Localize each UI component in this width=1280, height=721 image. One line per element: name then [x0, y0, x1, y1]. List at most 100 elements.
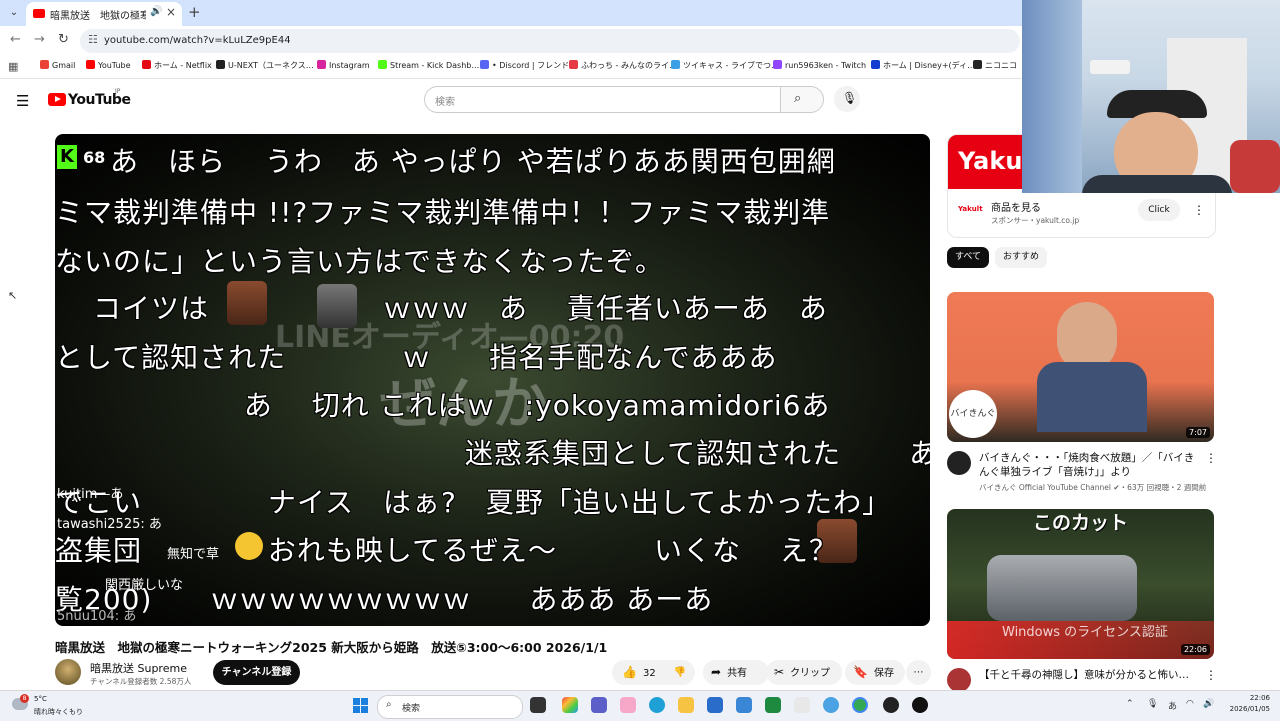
- bookmark-discord[interactable]: • Discord | フレンド: [480, 60, 569, 71]
- file-explorer-icon[interactable]: [678, 697, 694, 713]
- chevron-up-icon[interactable]: ⌃: [1126, 699, 1134, 709]
- danmaku-line: あ ほら うわ あ やっぱり や若ぱりああ関西包囲網: [110, 145, 836, 178]
- taskbar-search[interactable]: ⌕ 検索: [377, 695, 523, 719]
- twitcasting-icon: [671, 60, 680, 69]
- clip-button[interactable]: ✂ クリップ: [766, 660, 842, 685]
- video-thumbnail[interactable]: このカット Windows のライセンス認証 22:06: [947, 509, 1214, 659]
- danmaku-line: でこい ナイス はぁ? 夏野「追い出してよかったわ」: [55, 486, 892, 519]
- mouse-cursor-icon: ↖: [8, 289, 18, 302]
- microphone-icon[interactable]: 🎙: [1147, 699, 1158, 709]
- clock-time: 22:06: [1249, 694, 1270, 702]
- ad-sponsor: スポンサー・yakult.co.jp: [991, 216, 1080, 225]
- back-arrow-icon[interactable]: ←: [10, 32, 21, 47]
- kick-icon: [378, 60, 387, 69]
- ad-click-button[interactable]: Click: [1138, 199, 1180, 221]
- edge-icon[interactable]: [649, 697, 665, 713]
- video-title: 暗黒放送 地獄の極寒ニートウォーキング2025 新大阪から姫路 放送⑤3:00〜…: [55, 640, 608, 655]
- save-button[interactable]: 🔖 保存: [845, 660, 905, 685]
- channel-name[interactable]: バイきんぐ Official YouTube Channel: [979, 483, 1111, 492]
- danmaku-line: コイツは ｗｗｗ あ 責任者いあーあ あ: [93, 292, 828, 325]
- bookmark-fuwacchi[interactable]: ふわっち - みんなのライ…: [569, 60, 677, 71]
- weather-condition: 晴れ時々くもり: [34, 708, 83, 716]
- windows-start-icon[interactable]: [353, 698, 369, 714]
- chip-recommended[interactable]: おすすめ: [995, 247, 1047, 268]
- store-icon[interactable]: [707, 697, 723, 713]
- site-info-icon[interactable]: ☷: [88, 33, 98, 46]
- more-vertical-icon[interactable]: ⋮: [1205, 451, 1217, 465]
- bookmark-kick[interactable]: Stream - Kick Dashb…: [378, 60, 479, 70]
- new-tab-icon[interactable]: +: [188, 3, 201, 21]
- fuwacchi-icon: [569, 60, 578, 69]
- video-title[interactable]: 【千と千尋の神隠し】意味が分かると怖い…: [979, 668, 1199, 682]
- outlook-icon[interactable]: [736, 697, 752, 713]
- forward-arrow-icon[interactable]: →: [34, 32, 45, 47]
- bookmark-twitcasting[interactable]: ツイキャス - ライブでつ…: [671, 60, 779, 71]
- search-input[interactable]: 検索: [424, 86, 781, 113]
- bookmark-twitch[interactable]: run5963ken - Twitch: [773, 60, 866, 70]
- channel-avatar[interactable]: [947, 451, 971, 475]
- app-icon[interactable]: [823, 697, 839, 713]
- video-title[interactable]: バイきんぐ・・・「焼肉食べ放題」／「バイきんぐ単独ライブ「音焼け」」より: [979, 451, 1199, 479]
- weather-widget[interactable]: 8 5°C 晴れ時々くもり: [12, 694, 83, 718]
- bookmark-netflix[interactable]: ホーム - Netflix: [142, 60, 212, 71]
- tab-search-menu-icon[interactable]: ⌄: [6, 5, 22, 21]
- ime-indicator[interactable]: あ: [1168, 699, 1177, 712]
- disney-icon: [871, 60, 880, 69]
- danmaku-line: 迷惑系集団として認知された あ: [320, 437, 930, 470]
- taskbar-search-placeholder: 検索: [402, 704, 421, 714]
- channel-badge: バイきんぐ: [949, 390, 997, 438]
- wifi-icon[interactable]: ◠: [1186, 699, 1194, 709]
- video-thumbnail[interactable]: バイきんぐ 7:07: [947, 292, 1214, 442]
- speaker-icon[interactable]: 🔊: [150, 6, 162, 17]
- reload-icon[interactable]: ↻: [58, 32, 69, 47]
- bookmark-youtube[interactable]: YouTube: [86, 60, 131, 70]
- bookmark-instagram[interactable]: Instagram: [317, 60, 370, 70]
- ad-title[interactable]: 商品を見る: [991, 199, 1041, 214]
- voice-search-button[interactable]: 🎙: [834, 86, 860, 112]
- instagram-icon: [317, 60, 326, 69]
- more-vertical-icon[interactable]: ⋮: [1193, 203, 1205, 217]
- bookmark-disney[interactable]: ホーム | Disney+(ディ…: [871, 60, 975, 71]
- search-button[interactable]: ⌕: [780, 86, 824, 113]
- volume-icon[interactable]: 🔊: [1203, 699, 1214, 709]
- settings-gear-icon[interactable]: [794, 697, 810, 713]
- verified-icon: ✔: [1110, 483, 1120, 492]
- media-app-icon[interactable]: [912, 697, 928, 713]
- webcam-air-conditioner: [1090, 60, 1130, 74]
- character-app-icon[interactable]: [620, 697, 636, 713]
- apps-grid-icon[interactable]: ▦: [8, 60, 18, 73]
- obs-icon[interactable]: [883, 697, 899, 713]
- thumbs-up-icon: 👍: [622, 665, 637, 679]
- teams-icon[interactable]: [591, 697, 607, 713]
- bookmark-gmail[interactable]: Gmail: [40, 60, 75, 70]
- excel-icon[interactable]: [765, 697, 781, 713]
- share-button[interactable]: ➦ 共有: [703, 660, 769, 685]
- windows-taskbar: 8 5°C 晴れ時々くもり ⌕ 検索 ⌃ 🎙 あ ◠ 🔊 22:06 2026/…: [0, 690, 1280, 721]
- close-tab-icon[interactable]: ×: [166, 5, 176, 19]
- channel-name[interactable]: 暗黒放送 Supreme: [90, 660, 187, 676]
- more-actions-button[interactable]: ⋯: [906, 660, 931, 685]
- webcam-overlay: [1022, 0, 1280, 193]
- danmaku-line: 覧200) ｗｗｗｗｗｗｗｗｗ あああ あーあ: [55, 583, 714, 616]
- chrome-icon[interactable]: [852, 697, 868, 713]
- address-bar[interactable]: ☷ youtube.com/watch?v=kLuLZe9pE44: [80, 29, 1020, 53]
- task-view-icon[interactable]: [530, 697, 546, 713]
- bookmark-unext[interactable]: U-NEXT（ユーネクス…: [216, 60, 314, 71]
- more-vertical-icon[interactable]: ⋮: [1205, 668, 1217, 682]
- thumbnail-text: このカット: [1032, 512, 1128, 534]
- channel-avatar[interactable]: [947, 668, 971, 692]
- ad-logo: Yakult: [958, 205, 983, 213]
- browser-tab-active[interactable]: 暗黒放送 地獄の極寒ニート 🔊 ×: [26, 2, 182, 26]
- subscribe-button[interactable]: チャンネル登録: [213, 660, 300, 685]
- system-clock[interactable]: 22:06 2026/01/05: [1222, 693, 1270, 715]
- bookmark-niconico[interactable]: ニコニコ: [973, 60, 1017, 71]
- video-player[interactable]: LINEオーディオ—00:20 ぜんか K 68 あ ほら うわ あ やっぱり …: [55, 134, 930, 626]
- thumbnail-car: [987, 555, 1137, 621]
- copilot-icon[interactable]: [562, 697, 578, 713]
- dislike-button[interactable]: 👎: [665, 660, 695, 685]
- hamburger-menu-icon[interactable]: ☰: [16, 92, 29, 110]
- thumbnail-person-body: [1037, 362, 1147, 432]
- chip-all[interactable]: すべて: [947, 247, 989, 268]
- channel-avatar[interactable]: [55, 659, 81, 685]
- youtube-logo-text[interactable]: YouTube: [68, 92, 131, 108]
